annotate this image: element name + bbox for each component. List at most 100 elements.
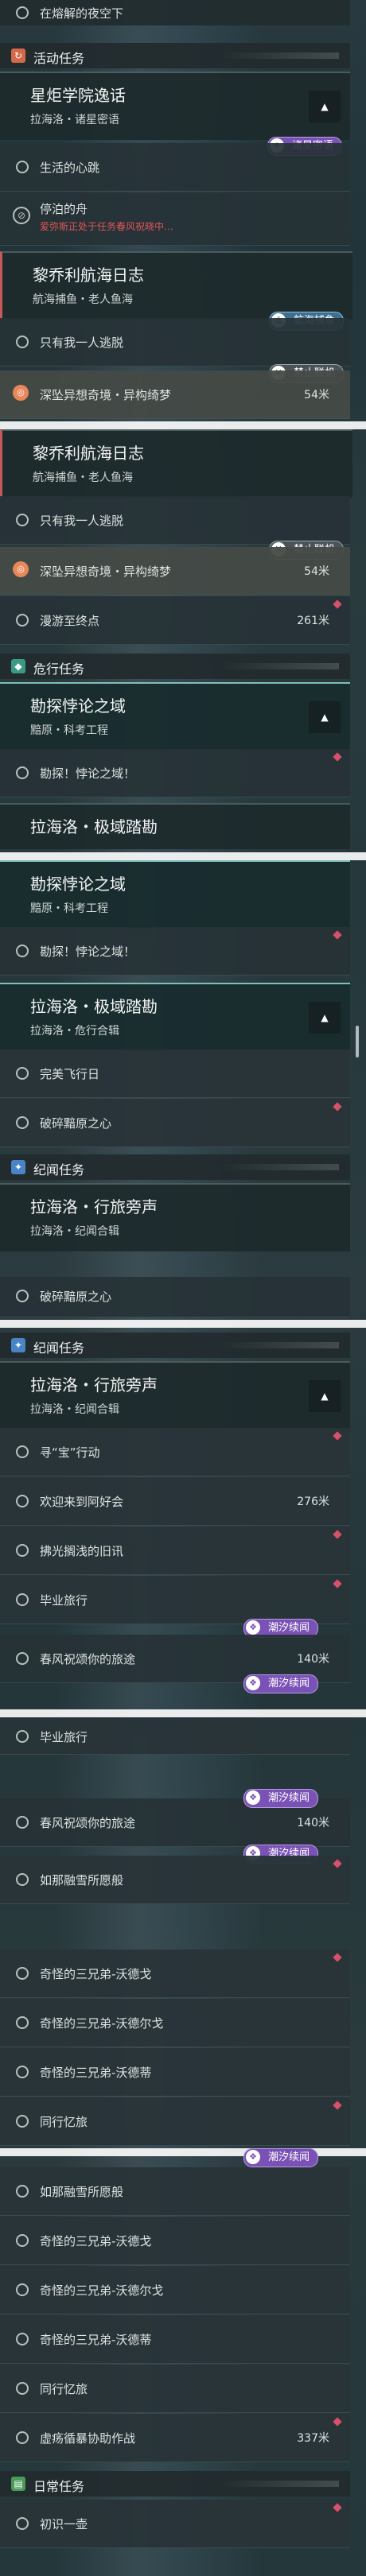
quest-item-label: 寻“宝”行动 xyxy=(40,1445,100,1460)
marker-diamond-icon xyxy=(333,1102,342,1111)
screenshot-divider xyxy=(0,421,366,429)
track-circle-icon xyxy=(16,945,29,957)
distance-label: 54米 xyxy=(304,565,329,578)
quest-subtitle: 拉海洛・危行合辑 xyxy=(30,1025,119,1038)
quest-group-probe-2[interactable]: 勘探悖论之域 黯原・科考工程 xyxy=(0,860,350,929)
quest-title: 勘探悖论之域 xyxy=(30,875,126,894)
quest-item-explore-paradox[interactable]: 勘探！悖论之域！ xyxy=(0,749,350,797)
quest-item-label: 同行忆旅 xyxy=(40,2382,88,2396)
quest-item-label: 生活的心跳 xyxy=(40,161,100,175)
track-circle-icon xyxy=(16,2517,29,2530)
quest-item-brother-er-2[interactable]: 奇怪的三兄弟-沃德尔戈 xyxy=(0,2266,350,2314)
quest-item-memory[interactable]: 同行忆旅 xyxy=(0,2097,350,2146)
track-circle-icon xyxy=(16,6,29,19)
quest-group-academy[interactable]: 星炬学院逸话 拉海洛・诸星密语 ▲ xyxy=(0,72,350,140)
quest-item-label: 奇怪的三兄弟-沃德尔戈 xyxy=(40,2283,164,2298)
quest-item-snow-drift[interactable]: 如那融雪所愿般 xyxy=(0,1856,350,1904)
track-circle-icon xyxy=(16,514,29,526)
quest-item-memory-2[interactable]: 同行忆旅 xyxy=(0,2365,350,2413)
swirl-icon: ◎ xyxy=(13,385,29,401)
quest-item-label: 如那融雪所愿般 xyxy=(40,2185,124,2199)
quest-item-old-shipyard[interactable]: 拂光搁浅的旧讯 xyxy=(0,1527,350,1575)
quest-item-dream[interactable]: ◎ 深坠异想奇境・异构绮梦 54米 xyxy=(0,370,350,419)
quest-item-label: 漫游至终点 xyxy=(40,614,100,628)
quest-item-broken-heart-2[interactable]: 破碎黯原之心 xyxy=(0,1277,350,1317)
track-circle-icon xyxy=(16,1445,29,1458)
quest-item-brother-di-2[interactable]: 奇怪的三兄弟-沃德蒂 xyxy=(0,2315,350,2364)
quest-item-brother-di[interactable]: 奇怪的三兄弟-沃德蒂 xyxy=(0,2048,350,2097)
quest-item-label: 春风祝颂你的旅途 xyxy=(40,1816,136,1830)
track-circle-icon xyxy=(16,2115,29,2128)
quest-group-travel-2[interactable]: 拉海洛・行旅旁声 拉海洛・纪闻合辑 ▲ xyxy=(0,1361,350,1430)
collapse-chevron-icon[interactable]: ▲ xyxy=(309,1380,341,1412)
quest-item-stranded-boat[interactable]: ⊘ 停泊的舟 爱弥斯正处于任务春风祝晓中… xyxy=(0,192,350,246)
section-label: 日常任务 xyxy=(33,2479,85,2494)
quest-group-explore[interactable]: 拉海洛・极域踏勘 xyxy=(0,803,350,849)
marker-diamond-icon xyxy=(333,752,342,762)
quest-item-dream-2[interactable]: ◎ 深坠异想奇境・异构绮梦 54米 xyxy=(0,547,350,596)
quest-group-explore-2[interactable]: 拉海洛・极域踏勘 拉海洛・危行合辑 ▲ xyxy=(0,983,350,1051)
quest-item-graduation[interactable]: 毕业旅行 xyxy=(0,1576,350,1624)
section-chronicle[interactable]: ✦ 纪闻任务 xyxy=(0,1154,350,1180)
section-label: 危行任务 xyxy=(33,661,85,677)
quest-group-lijo[interactable]: 黎乔利航海日志 航海捕鱼・老人鱼海 xyxy=(0,251,352,320)
quest-item-daily-first[interactable]: 初识一壶 xyxy=(0,2500,350,2548)
quest-item-brother-gou[interactable]: 奇怪的三兄弟-沃德戈 xyxy=(0,1949,350,1998)
quest-item-label: 虚疡循暴协助作战 xyxy=(40,2431,136,2446)
badge-label: 潮汐续闻 xyxy=(268,1622,310,1634)
section-activity[interactable]: ↻ 活动任务 xyxy=(0,43,350,68)
scrollbar[interactable] xyxy=(356,1026,359,1057)
track-circle-icon xyxy=(16,2283,29,2296)
quest-item-broken-heart[interactable]: 破碎黯原之心 xyxy=(0,1099,350,1147)
section-danger[interactable]: ◆ 危行任务 xyxy=(0,654,350,679)
collapse-chevron-icon[interactable]: ▲ xyxy=(309,91,341,122)
quest-item-welcome[interactable]: 欢迎来到阿好会 276米 xyxy=(0,1477,350,1526)
section-chronicle-2[interactable]: ✦ 纪闻任务 xyxy=(0,1333,350,1358)
quest-group-travel[interactable]: 拉海洛・行旅旁声 拉海洛・纪闻合辑 xyxy=(0,1183,350,1251)
quest-item-brother-er[interactable]: 奇怪的三兄弟-沃德尔戈 xyxy=(0,1999,350,2047)
warning-text: 爱弥斯正处于任务春风祝晓中… xyxy=(40,221,174,232)
quest-item-explore-paradox-2[interactable]: 勘探！悖论之域！ xyxy=(0,927,350,976)
quest-subtitle: 航海捕鱼・老人鱼海 xyxy=(33,293,133,306)
quest-item-brother-gou-2[interactable]: 奇怪的三兄弟-沃德戈 xyxy=(0,2217,350,2265)
track-circle-icon xyxy=(16,2431,29,2444)
marker-diamond-icon xyxy=(333,930,342,940)
quest-item-only-me[interactable]: 只有我一人逃脱 xyxy=(0,318,350,367)
activity-section-icon: ↻ xyxy=(11,48,25,63)
badge-label: 潮汐续闻 xyxy=(268,1792,310,1804)
quest-item-label: 如那融雪所愿般 xyxy=(40,1873,124,1887)
quest-item-label: 奇怪的三兄弟-沃德戈 xyxy=(40,2234,152,2248)
quest-item-seek-treasure[interactable]: 寻“宝”行动 xyxy=(0,1428,350,1476)
quest-item-label: 奇怪的三兄弟-沃德蒂 xyxy=(40,2333,152,2347)
quest-item-label: 完美飞行日 xyxy=(40,1067,100,1081)
quest-item-top[interactable]: 在熔解的夜空下 xyxy=(0,0,350,25)
track-circle-icon xyxy=(16,2185,29,2198)
track-circle-icon xyxy=(16,1652,29,1665)
section-daily[interactable]: ▤ 日常任务 xyxy=(0,2471,350,2496)
track-circle-icon xyxy=(16,1067,29,1080)
collapse-chevron-icon[interactable]: ▲ xyxy=(309,1002,341,1034)
quest-title: 拉海洛・极域踏勘 xyxy=(30,997,158,1016)
marker-diamond-icon xyxy=(333,2417,342,2427)
track-circle-icon xyxy=(16,161,29,173)
quest-item-label: 同行忆旅 xyxy=(40,2115,88,2129)
quest-item-life-heart[interactable]: 生活的心跳 xyxy=(0,143,350,192)
tide-icon: ❖ xyxy=(246,1790,260,1805)
quest-item-perfect-flight[interactable]: 完美飞行日 xyxy=(0,1049,350,1098)
marker-diamond-icon xyxy=(333,2101,342,2110)
quest-subtitle: 拉海洛・纪闻合辑 xyxy=(30,1403,119,1416)
quest-item-only-me-2[interactable]: 只有我一人逃脱 xyxy=(0,496,350,545)
track-circle-icon xyxy=(16,1967,29,1980)
quest-group-probe[interactable]: 勘探悖论之域 黯原・科考工程 ▲ xyxy=(0,682,350,751)
quest-group-lijo-2[interactable]: 黎乔利航海日志 航海捕鱼・老人鱼海 xyxy=(0,429,352,498)
quest-item-snow-drift-2[interactable]: 如那融雪所愿般 xyxy=(0,2167,350,2216)
quest-item-wander-end[interactable]: 漫游至终点 261米 xyxy=(0,596,350,645)
quest-item-storm[interactable]: 虚疡循暴协助作战 337米 xyxy=(0,2414,350,2462)
quest-item-graduation-2[interactable]: 毕业旅行 xyxy=(0,1717,350,1755)
quest-subtitle: 黯原・科考工程 xyxy=(30,724,108,737)
quest-item-label: 破碎黯原之心 xyxy=(40,1116,112,1131)
quest-title: 黎乔利航海日志 xyxy=(33,444,144,463)
quest-item-label: 奇怪的三兄弟-沃德戈 xyxy=(40,1967,152,1981)
collapse-chevron-icon[interactable]: ▲ xyxy=(309,701,341,733)
section-decoration xyxy=(220,2481,339,2487)
